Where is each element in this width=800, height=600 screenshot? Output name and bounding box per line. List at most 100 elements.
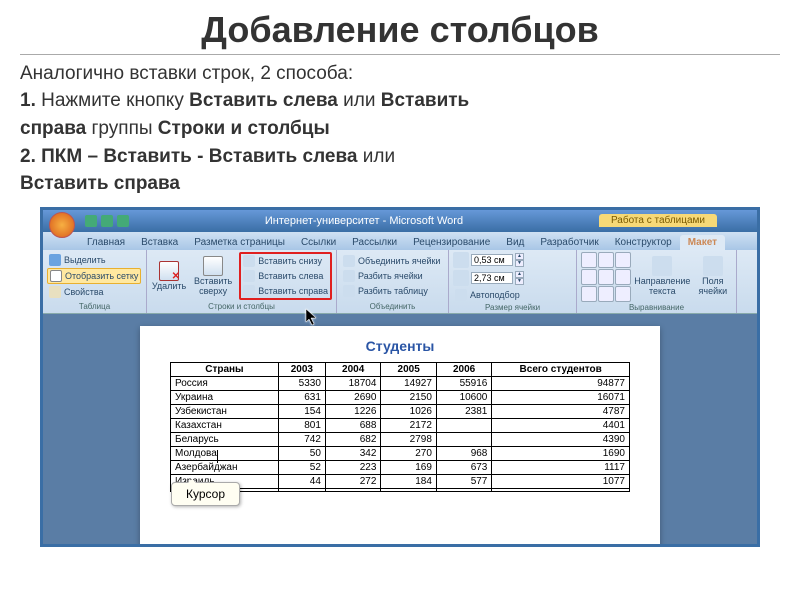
table-cell[interactable]: 968 xyxy=(436,446,491,460)
insert-right-button[interactable]: Вставить справа xyxy=(241,284,330,298)
table-cell[interactable]: 2690 xyxy=(325,390,380,404)
align-bl[interactable] xyxy=(581,286,597,302)
tab-design[interactable]: Конструктор xyxy=(607,235,680,250)
tab-pagelayout[interactable]: Разметка страницы xyxy=(186,235,293,250)
table-cell[interactable]: 673 xyxy=(436,460,491,474)
table-cell[interactable]: 16071 xyxy=(492,390,630,404)
select-button[interactable]: Выделить xyxy=(47,253,141,267)
align-bc[interactable] xyxy=(598,286,614,302)
table-cell[interactable]: 50 xyxy=(278,446,325,460)
table-cell[interactable] xyxy=(325,488,380,491)
table-cell[interactable] xyxy=(492,488,630,491)
table-cell[interactable]: Молдова xyxy=(171,446,279,460)
spin-down[interactable]: ▼ xyxy=(515,260,524,267)
align-mr[interactable] xyxy=(615,269,631,285)
text-direction-button[interactable]: Направление текста xyxy=(633,254,692,299)
table-cell[interactable]: 10600 xyxy=(436,390,491,404)
table-cell[interactable]: Узбекистан xyxy=(171,404,279,418)
table-cell[interactable]: 742 xyxy=(278,432,325,446)
align-tc[interactable] xyxy=(598,252,614,268)
table-cell[interactable]: 184 xyxy=(381,474,436,488)
table-cell[interactable]: 223 xyxy=(325,460,380,474)
split-cells-button[interactable]: Разбить ячейки xyxy=(341,269,442,283)
table-cell[interactable]: Беларусь xyxy=(171,432,279,446)
table-cell[interactable]: 801 xyxy=(278,418,325,432)
table-row[interactable]: Узбекистан1541226102623814787 xyxy=(171,404,630,418)
tab-layout[interactable]: Макет xyxy=(680,235,725,250)
tab-developer[interactable]: Разработчик xyxy=(532,235,606,250)
office-button[interactable] xyxy=(49,212,75,238)
table-cell[interactable]: 52 xyxy=(278,460,325,474)
table-cell[interactable]: 682 xyxy=(325,432,380,446)
table-cell[interactable]: 270 xyxy=(381,446,436,460)
properties-button[interactable]: Свойства xyxy=(47,285,141,299)
table-cell[interactable] xyxy=(436,488,491,491)
table-cell[interactable]: 4401 xyxy=(492,418,630,432)
table-cell[interactable]: 2172 xyxy=(381,418,436,432)
merge-cells-button[interactable]: Объединить ячейки xyxy=(341,254,442,268)
table-cell[interactable]: 272 xyxy=(325,474,380,488)
table-row[interactable]: Беларусь7426822798 4390 xyxy=(171,432,630,446)
table-cell[interactable]: 2798 xyxy=(381,432,436,446)
width-input[interactable] xyxy=(471,272,513,284)
table-row[interactable]: Казахстан8016882172 4401 xyxy=(171,418,630,432)
table-cell[interactable]: 577 xyxy=(436,474,491,488)
table-cell[interactable]: 4390 xyxy=(492,432,630,446)
table-cell[interactable] xyxy=(381,488,436,491)
table-cell[interactable]: 5330 xyxy=(278,376,325,390)
table-cell[interactable]: 94877 xyxy=(492,376,630,390)
autofit-button[interactable]: Автоподбор xyxy=(453,288,524,302)
tab-review[interactable]: Рецензирование xyxy=(405,235,498,250)
tab-references[interactable]: Ссылки xyxy=(293,235,344,250)
insert-below-button[interactable]: Вставить снизу xyxy=(241,254,330,268)
spin-up[interactable]: ▲ xyxy=(515,253,524,260)
table-cell[interactable]: 1226 xyxy=(325,404,380,418)
table-cell[interactable]: Россия xyxy=(171,376,279,390)
split-table-button[interactable]: Разбить таблицу xyxy=(341,284,442,298)
table-cell[interactable]: 4787 xyxy=(492,404,630,418)
students-table[interactable]: Страны2003200420052006Всего студентов Ро… xyxy=(170,362,630,492)
table-cell[interactable]: 2150 xyxy=(381,390,436,404)
align-mc[interactable] xyxy=(598,269,614,285)
table-cell[interactable]: 44 xyxy=(278,474,325,488)
table-cell[interactable] xyxy=(436,432,491,446)
table-cell[interactable]: Казахстан xyxy=(171,418,279,432)
align-tr[interactable] xyxy=(615,252,631,268)
tab-view[interactable]: Вид xyxy=(498,235,532,250)
align-ml[interactable] xyxy=(581,269,597,285)
table-cell[interactable] xyxy=(436,418,491,432)
table-row[interactable]: Молдова503422709681690 xyxy=(171,446,630,460)
table-cell[interactable]: 18704 xyxy=(325,376,380,390)
document-area[interactable]: Студенты Страны2003200420052006Всего сту… xyxy=(43,314,757,547)
insert-above-button[interactable]: Вставить сверху xyxy=(189,254,237,299)
table-cell[interactable]: 1117 xyxy=(492,460,630,474)
table-row[interactable]: Россия533018704149275591694877 xyxy=(171,376,630,390)
show-gridlines-button[interactable]: Отобразить сетку xyxy=(47,268,141,284)
table-cell[interactable]: 1690 xyxy=(492,446,630,460)
align-tl[interactable] xyxy=(581,252,597,268)
height-input[interactable] xyxy=(471,254,513,266)
table-cell[interactable]: 154 xyxy=(278,404,325,418)
table-cell[interactable]: 55916 xyxy=(436,376,491,390)
row-height-field[interactable]: ▲▼ xyxy=(453,252,524,268)
tab-home[interactable]: Главная xyxy=(79,235,133,250)
tab-insert[interactable]: Вставка xyxy=(133,235,186,250)
table-cell[interactable]: 631 xyxy=(278,390,325,404)
table-cell[interactable]: 1077 xyxy=(492,474,630,488)
col-width-field[interactable]: ▲▼ xyxy=(453,270,524,286)
insert-left-button[interactable]: Вставить слева xyxy=(241,269,330,283)
table-cell[interactable]: 688 xyxy=(325,418,380,432)
delete-button[interactable]: ✕ Удалить xyxy=(151,259,187,294)
table-cell[interactable]: 169 xyxy=(381,460,436,474)
quick-access-toolbar[interactable] xyxy=(85,215,129,227)
table-cell[interactable]: 1026 xyxy=(381,404,436,418)
table-row[interactable]: Азербайджан522231696731117 xyxy=(171,460,630,474)
table-cell[interactable]: Украина xyxy=(171,390,279,404)
table-cell[interactable] xyxy=(278,488,325,491)
table-cell[interactable]: 14927 xyxy=(381,376,436,390)
table-cell[interactable]: 342 xyxy=(325,446,380,460)
table-cell[interactable]: 2381 xyxy=(436,404,491,418)
align-br[interactable] xyxy=(615,286,631,302)
cell-margins-button[interactable]: Поля ячейки xyxy=(694,254,732,299)
table-row[interactable]: Украина631269021501060016071 xyxy=(171,390,630,404)
